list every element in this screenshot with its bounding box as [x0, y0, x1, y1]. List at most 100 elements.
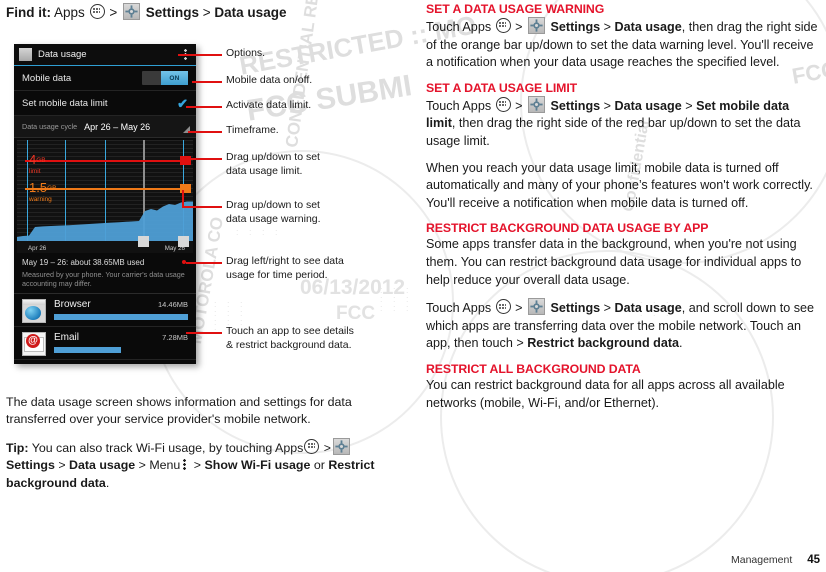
set-data-limit-label: Set mobile data limit — [22, 97, 108, 109]
body-text-run: > — [511, 20, 526, 34]
gear-icon — [122, 3, 140, 20]
section-restrict-background-by-app: RESTRICT BACKGROUND DATA USAGE BY APP Som… — [426, 221, 822, 353]
body-text-run: > — [511, 98, 526, 113]
find-it-sep: > — [202, 5, 211, 20]
row-set-mobile-data-limit[interactable]: Set mobile data limit ✔ — [14, 91, 196, 116]
apps-icon — [304, 438, 320, 454]
leader-line — [188, 131, 222, 133]
browser-icon — [22, 299, 46, 323]
gear-icon — [527, 17, 545, 34]
section-restrict-all-background: RESTRICT ALL BACKGROUND DATA You can rest… — [426, 362, 822, 412]
emphasis-text: Settings — [550, 301, 601, 316]
app-detail: Email 7.28MB — [54, 332, 188, 353]
body-text-run: , then drag the right side of the red ba… — [426, 116, 801, 148]
footer-page-number: 45 — [807, 554, 820, 566]
leader-line — [178, 54, 222, 56]
leader-line — [182, 158, 184, 164]
tip-gt: > — [193, 458, 202, 473]
warning-value: 1.5 — [29, 180, 48, 195]
callout-touch-app: Touch an app to see details & restrict b… — [226, 325, 354, 351]
body-text-run: > — [600, 301, 615, 316]
callout-drag-period: Drag left/right to see data usage for ti… — [226, 255, 344, 281]
data-usage-chart[interactable]: 4GB limit 1.5GB warning Apr 26 May 26 — [17, 140, 193, 253]
page-root: Find it: Apps > Settings > Data usage Da… — [0, 0, 826, 572]
warning-unit: GB — [47, 185, 57, 192]
chart-limit-label: 4GB limit — [29, 152, 46, 176]
emphasis-text: Settings — [550, 20, 601, 34]
apps-icon — [495, 96, 511, 112]
footer-section: Management — [730, 554, 793, 566]
range-grip-left[interactable] — [138, 236, 149, 247]
gear-icon — [527, 95, 545, 113]
leader-line — [182, 190, 184, 207]
body-text-run: > — [681, 98, 697, 113]
range-grip-right[interactable] — [178, 236, 189, 247]
limit-caption: limit — [29, 168, 41, 175]
app-name: Browser — [54, 299, 91, 310]
body-text-run: > — [511, 301, 526, 316]
body-text-run: Touch Apps — [426, 301, 495, 316]
cycle-value: Apr 26 – May 26 — [84, 121, 151, 132]
list-item[interactable]: Browser 14.46MB — [14, 294, 196, 327]
leader-line — [186, 332, 222, 334]
body-text-run: . — [679, 336, 683, 351]
tip-end: . — [105, 475, 110, 490]
section-paragraph: You can restrict background data for all… — [426, 377, 822, 412]
section-heading: RESTRICT ALL BACKGROUND DATA — [426, 361, 641, 376]
leader-line — [180, 158, 222, 160]
callout-timeframe: Timeframe. — [226, 124, 279, 136]
callout-mobile-data-onoff: Mobile data on/off. — [226, 74, 313, 86]
tip-menu: Menu — [149, 458, 181, 473]
find-it-sep: > — [109, 5, 118, 20]
page-footer: Management 45 — [731, 554, 820, 566]
section-heading: SET A DATA USAGE WARNING — [426, 2, 605, 16]
left-body-text: The data usage screen shows information … — [6, 394, 396, 501]
app-name: Email — [54, 332, 80, 343]
body-text-run: > — [600, 20, 615, 34]
emphasis-text: Restrict background data — [527, 336, 680, 351]
gear-icon — [333, 437, 351, 455]
tip-gt: > — [138, 458, 146, 473]
email-icon — [22, 332, 46, 356]
left-column: Find it: Apps > Settings > Data usage Da… — [6, 0, 406, 490]
tip-gt: > — [323, 440, 332, 455]
callout-activate-limit: Activate data limit. — [226, 99, 312, 111]
mobile-data-toggle[interactable]: ON — [142, 71, 188, 85]
toggle-knob: ON — [161, 71, 188, 85]
right-column: SET A DATA USAGE WARNING Touch Apps > Set… — [426, 2, 822, 421]
tip-or: or — [313, 458, 325, 473]
app-detail: Browser 14.46MB — [54, 299, 188, 320]
callout-options: Options. — [226, 47, 266, 59]
section-paragraph: When you reach your data usage limit, mo… — [426, 160, 822, 213]
emphasis-text: Settings — [550, 98, 601, 113]
data-usage-cycle-selector[interactable]: Data usage cycle Apr 26 – May 26 — [14, 116, 196, 138]
app-usage-bar — [54, 347, 121, 353]
body-text-run: Touch Apps — [426, 20, 495, 34]
apps-icon — [495, 299, 511, 315]
leader-line — [192, 81, 222, 83]
leader-line — [186, 106, 222, 108]
emphasis-text: Data usage — [614, 20, 682, 34]
body-text-run: When you reach your data usage limit, mo… — [426, 160, 813, 210]
row-mobile-data[interactable]: Mobile data ON — [14, 66, 196, 91]
chart-limit-line — [25, 160, 181, 162]
section-paragraph: Touch Apps > Settings > Data usage, then… — [426, 17, 822, 72]
leader-dot — [182, 260, 186, 264]
apps-icon — [89, 4, 105, 19]
list-item[interactable]: Email 7.28MB — [14, 327, 196, 360]
leader-line — [186, 262, 222, 264]
section-set-data-usage-limit: SET A DATA USAGE LIMIT Touch Apps > Setti… — [426, 81, 822, 213]
body-text-run: Some apps transfer data in the backgroun… — [426, 237, 802, 287]
mobile-data-label: Mobile data — [22, 72, 72, 84]
section-heading: SET A DATA USAGE LIMIT — [426, 80, 578, 95]
right-sections: SET A DATA USAGE WARNING Touch Apps > Set… — [426, 2, 822, 412]
gear-icon — [527, 298, 545, 316]
emphasis-text: Data usage — [614, 301, 682, 316]
find-it-apps: Apps — [54, 5, 85, 20]
tip-text-a: You can also track Wi-Fi usage, by touch… — [31, 440, 304, 455]
find-it-settings: Settings — [145, 5, 199, 20]
leader-line — [182, 206, 222, 208]
tip-data-usage: Data usage — [69, 458, 136, 473]
tip-settings: Settings — [6, 458, 55, 473]
section-paragraph: Touch Apps > Settings > Data usage, and … — [426, 298, 822, 353]
